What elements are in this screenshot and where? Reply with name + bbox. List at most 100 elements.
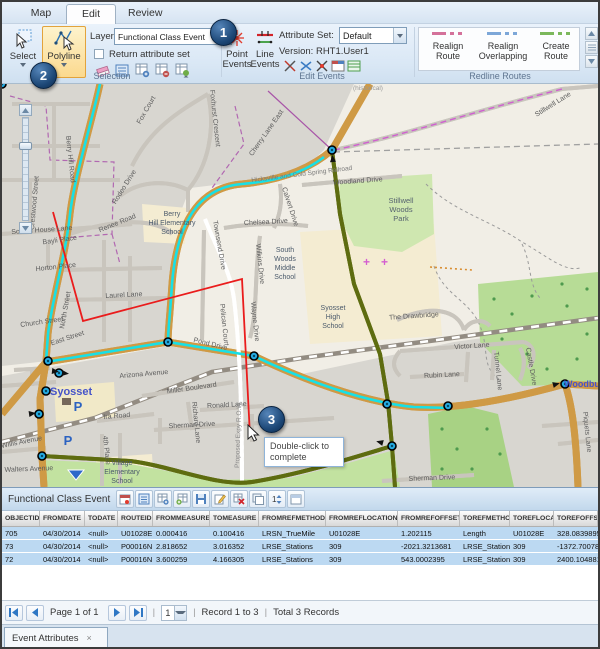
column-header[interactable]: FROMDATE bbox=[40, 511, 85, 526]
tab-review[interactable]: Review bbox=[116, 4, 172, 24]
table-cell: 3.016352 bbox=[210, 540, 259, 552]
first-page-button[interactable] bbox=[5, 605, 23, 621]
table-cell: LRSN_TrueMile bbox=[259, 527, 326, 539]
svg-text:School: School bbox=[111, 478, 133, 485]
version-label: Version: RHT1.User1 bbox=[279, 46, 369, 57]
column-header[interactable]: ROUTEID bbox=[118, 511, 153, 526]
return-attribute-set-checkbox[interactable] bbox=[94, 49, 104, 59]
table-cell: <null> bbox=[85, 540, 118, 552]
zoom-slider-track[interactable] bbox=[22, 117, 29, 221]
next-page-button[interactable] bbox=[108, 605, 126, 621]
map-zoom-slider[interactable] bbox=[19, 104, 32, 236]
svg-text:Pelican Court: Pelican Court bbox=[218, 303, 229, 346]
column-header[interactable]: TOREFLOCATION bbox=[510, 511, 554, 526]
column-header[interactable]: TOREFOFFSET bbox=[554, 511, 598, 526]
redline-routes-group-label: Redline Routes bbox=[430, 71, 570, 81]
svg-text:Woods: Woods bbox=[389, 205, 412, 214]
table-cell: 309 bbox=[510, 540, 554, 552]
copy-icon[interactable] bbox=[249, 490, 267, 508]
zoom-out-icon[interactable] bbox=[19, 222, 32, 234]
table-row[interactable]: 7304/30/2014<null>P00016N2.8186523.01635… bbox=[2, 540, 598, 553]
table-cell: 0.000416 bbox=[153, 527, 210, 539]
ribbon-scroll-up-icon[interactable] bbox=[585, 27, 598, 40]
svg-text:South: South bbox=[276, 247, 294, 254]
total-records-label: Total 3 Records bbox=[273, 607, 339, 618]
svg-text:School: School bbox=[161, 229, 183, 236]
close-tab-icon[interactable]: × bbox=[87, 633, 92, 643]
line-events-icon bbox=[255, 27, 275, 49]
tab-map[interactable]: Map bbox=[16, 4, 66, 24]
polyline-dropdown-caret[interactable] bbox=[61, 63, 67, 67]
realign-overlapping-button[interactable]: Realign Overlapping bbox=[475, 28, 531, 70]
delete-icon[interactable] bbox=[230, 490, 248, 508]
grid-header: OBJECTIDFROMDATETODATEROUTEIDFROMMEASURE… bbox=[2, 511, 598, 527]
table-cell: LRSE_Stations bbox=[460, 553, 510, 565]
table-cell: 309 bbox=[510, 553, 554, 565]
add-after-icon[interactable] bbox=[173, 490, 191, 508]
page-size-select[interactable]: 1 bbox=[161, 605, 187, 621]
application-window: Map Edit Review Select Polyline Layer: F… bbox=[0, 0, 600, 649]
column-header[interactable]: FROMREFLOCATION bbox=[326, 511, 398, 526]
column-header[interactable]: FROMMEASURE bbox=[153, 511, 210, 526]
table-cell: 72 bbox=[2, 553, 40, 565]
page-size-caret-icon[interactable] bbox=[174, 606, 187, 620]
select-all-icon[interactable] bbox=[135, 490, 153, 508]
sort-icon[interactable]: 1 bbox=[268, 490, 286, 508]
attribute-set-combobox[interactable]: Default bbox=[339, 27, 407, 44]
zoom-slider-handle[interactable] bbox=[19, 142, 32, 150]
svg-text:Woods: Woods bbox=[274, 256, 296, 263]
zoom-in-icon[interactable] bbox=[19, 104, 32, 116]
set-date-icon[interactable] bbox=[116, 490, 134, 508]
edit-icon[interactable] bbox=[211, 490, 229, 508]
pagination-bar: Page 1 of 1 | 1 | Record 1 to 3 | Total … bbox=[2, 600, 598, 624]
sketch-tooltip: Double-click to complete bbox=[264, 437, 344, 467]
callout-step-3: 3 bbox=[258, 406, 285, 433]
svg-text:School: School bbox=[322, 323, 344, 330]
last-page-button[interactable] bbox=[129, 605, 147, 621]
page-indicator: Page 1 of 1 bbox=[50, 607, 99, 618]
bottom-tab-bar: Event Attributes × bbox=[2, 624, 598, 647]
callout-step-2: 2 bbox=[30, 62, 57, 89]
svg-text:Hill Elementary: Hill Elementary bbox=[148, 220, 196, 227]
table-cell: 309 bbox=[326, 553, 398, 565]
create-route-button[interactable]: Create Route bbox=[533, 28, 579, 70]
parking-icon: P bbox=[74, 399, 83, 414]
table-cell: 2400.1048819 bbox=[554, 553, 598, 565]
ribbon-scroll-down-icon[interactable] bbox=[585, 55, 598, 68]
realign-route-button[interactable]: Realign Route bbox=[423, 28, 473, 70]
table-row[interactable]: 70504/30/2014<null>U01028E0.0004160.1004… bbox=[2, 527, 598, 540]
table-cell: -1372.7007874 bbox=[554, 540, 598, 552]
svg-text:Stillwell: Stillwell bbox=[388, 196, 413, 205]
svg-text:1: 1 bbox=[272, 495, 277, 504]
select-dropdown-caret[interactable] bbox=[20, 63, 26, 67]
save-icon[interactable] bbox=[192, 490, 210, 508]
select-icon bbox=[12, 27, 34, 51]
add-before-icon[interactable] bbox=[154, 490, 172, 508]
column-header[interactable]: TOREFMETHOD bbox=[460, 511, 510, 526]
table-cell: U01028E bbox=[326, 527, 398, 539]
column-header[interactable]: TOMEASURE bbox=[210, 511, 259, 526]
ribbon-scrollbar[interactable] bbox=[585, 27, 599, 71]
tab-edit[interactable]: Edit bbox=[66, 4, 116, 24]
attribute-set-caret-icon[interactable] bbox=[393, 28, 406, 43]
open-window-icon[interactable] bbox=[287, 490, 305, 508]
ribbon-scroll-thumb[interactable] bbox=[585, 41, 598, 54]
layer-label: Layer: bbox=[90, 31, 116, 42]
tab-event-attributes[interactable]: Event Attributes × bbox=[4, 627, 108, 648]
column-header[interactable]: OBJECTID bbox=[2, 511, 40, 526]
table-cell: <null> bbox=[85, 553, 118, 565]
create-route-icon bbox=[539, 28, 573, 38]
table-cell: U01028E bbox=[510, 527, 554, 539]
table-cell: LRSE_Stations bbox=[460, 540, 510, 552]
table-row[interactable]: 7204/30/2014<null>P00016N3.6002594.16630… bbox=[2, 553, 598, 566]
table-cell: 543.0002395 bbox=[398, 553, 460, 565]
map-viewport[interactable]: + + Syosset Woodbury Stillwell Woods Par… bbox=[2, 84, 598, 487]
column-header[interactable]: TODATE bbox=[85, 511, 118, 526]
column-header[interactable]: FROMREFMETHOD bbox=[259, 511, 326, 526]
svg-text:Elementary: Elementary bbox=[104, 469, 140, 476]
previous-page-button[interactable] bbox=[26, 605, 44, 621]
column-header[interactable]: FROMREFOFFSET bbox=[398, 511, 460, 526]
hospital-cross-icon: + bbox=[381, 255, 388, 269]
svg-text:Berry: Berry bbox=[164, 211, 181, 218]
place-label: Syosset bbox=[50, 386, 93, 398]
